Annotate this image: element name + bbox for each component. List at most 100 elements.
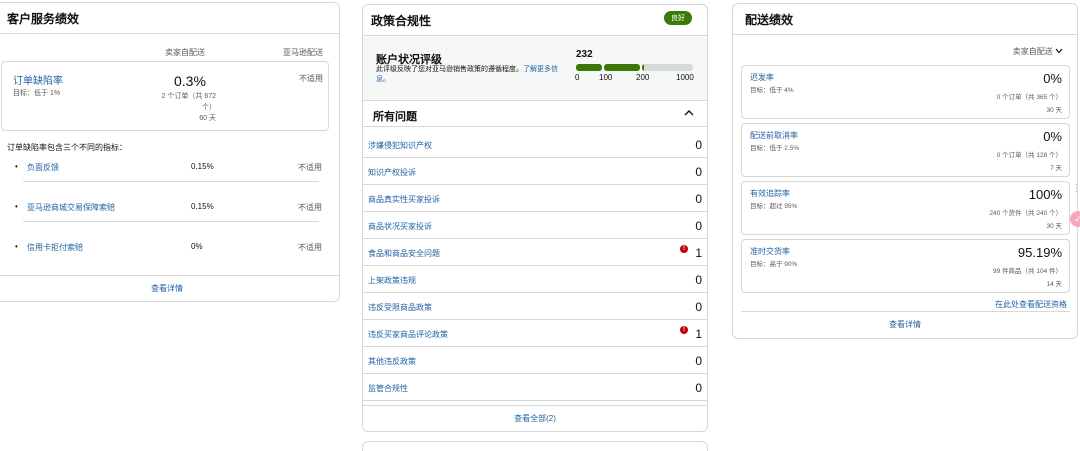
score-tick: 0 (575, 73, 580, 82)
all-issues-title: 所有问题 (373, 111, 417, 123)
issue-link[interactable]: 涉嫌侵犯知识产权 (368, 140, 432, 151)
issue-count: 0 (695, 381, 702, 395)
sub-metric-value: 0.15% (191, 162, 214, 171)
shipping-metric-count: 99 件商品（共 104 件） (993, 268, 1062, 275)
alert-icon: ! (680, 245, 688, 253)
sub-metric-value: 0% (191, 242, 203, 251)
issue-count: 0 (695, 273, 702, 287)
sub-metric-row: • 负面反馈 0.15% 不适用 (0, 154, 339, 182)
shipping-metric-days: 30 天 (1046, 107, 1062, 114)
shipping-performance-card: 配送绩效 卖家自配送 迟发率 目标：低于 4% 0% 0 个订单（共 365 个） 30… (732, 3, 1078, 339)
issue-row[interactable]: 商品状况买家投诉 0 (363, 212, 707, 239)
issue-count: 0 (695, 192, 702, 206)
shipping-metric-link[interactable]: 准时交货率 (750, 246, 790, 257)
issue-row[interactable]: 违反受限商品政策 0 (363, 293, 707, 320)
floating-widget[interactable]: ⋮ ✓ (1070, 183, 1080, 233)
sub-metric-row: • 亚马逊商城交易保障索赔 0.15% 不适用 (0, 194, 339, 222)
shipping-metric-count: 240 个货件（共 240 个） (989, 210, 1062, 217)
issue-row[interactable]: 其他违反政策 0 (363, 347, 707, 374)
shipping-metric-days: 7 天 (1050, 165, 1062, 172)
shipping-metric-days: 30 天 (1046, 223, 1062, 230)
chevron-down-icon (1055, 48, 1063, 54)
issue-row[interactable]: 知识产权投诉 0 (363, 158, 707, 185)
shipping-metric-target: 目标：低于 4% (750, 87, 794, 94)
issue-count: 0 (695, 138, 702, 152)
col-head-seller: 卖家自配送 (165, 48, 205, 57)
account-health-box: 账户状况评级 此评级反映了您对亚马逊销售政策的遵循程度。了解更多信息。 232 … (363, 37, 707, 101)
fulfilment-select-value: 卖家自配送 (1012, 47, 1053, 56)
issue-link[interactable]: 违反买家商品评论政策 (368, 329, 448, 340)
issue-count: 0 (695, 165, 702, 179)
issue-link[interactable]: 商品状况买家投诉 (368, 221, 432, 232)
shipping-metric-target: 目标：高于 90% (750, 261, 798, 268)
odr-link[interactable]: 订单缺陷率 (13, 72, 63, 87)
sub-metric-link[interactable]: 负面反馈 (27, 162, 59, 173)
score-tick: 100 (599, 73, 613, 82)
customer-service-details-link[interactable]: 查看详情 (0, 275, 339, 301)
shipping-metric-days: 14 天 (1046, 281, 1062, 288)
all-issues-header[interactable]: 所有问题 (363, 101, 707, 127)
shipping-metric-value: 0% (1043, 129, 1062, 144)
sub-metric-link[interactable]: 亚马逊商城交易保障索赔 (27, 202, 115, 213)
issue-count: 0 (695, 354, 702, 368)
fulfilment-select[interactable]: 卖家自配送 (1013, 46, 1063, 57)
shipping-details-link[interactable]: 查看详情 (733, 319, 1077, 330)
shipping-metric-box: 有效追踪率目标：超过 95% 100% 240 个货件（共 240 个） 30 天 (741, 181, 1070, 235)
shipping-title: 配送绩效 (733, 4, 1077, 35)
shipping-metric-link[interactable]: 迟发率 (750, 72, 774, 83)
issue-count: 1 (695, 246, 702, 260)
score-bar (576, 64, 693, 71)
score-fill (604, 64, 640, 71)
grid-icon: ⋮ (1072, 183, 1080, 193)
odr-amazon: 不适用 (299, 74, 323, 83)
score-seg (642, 64, 693, 71)
sub-metric-amazon: 不适用 (298, 203, 322, 212)
score-tick: 200 (636, 73, 650, 82)
issue-row[interactable]: 监管合规性 0 (363, 374, 707, 401)
view-all-issues-link[interactable]: 查看全部(2) (363, 405, 707, 431)
sub-metric-link[interactable]: 信用卡拒付索赔 (27, 242, 83, 253)
issue-count: 0 (695, 219, 702, 233)
score-seg (604, 64, 640, 71)
issue-row[interactable]: 上架政策违规 0 (363, 266, 707, 293)
shipping-eligibility-link[interactable]: 在此处查看配送资格 (995, 299, 1067, 310)
policy-compliance-card: 政策合规性 良好 账户状况评级 此评级反映了您对亚马逊销售政策的遵循程度。了解更… (362, 4, 708, 432)
issue-row[interactable]: 涉嫌侵犯知识产权 0 (363, 131, 707, 158)
customer-service-title: 客户服务绩效 (0, 3, 339, 34)
issue-link[interactable]: 上架政策违规 (368, 275, 416, 286)
issue-row[interactable]: 商品真实性买家投诉 0 (363, 185, 707, 212)
score-tick: 1000 (676, 73, 694, 82)
issue-link[interactable]: 食品和商品安全问题 (368, 248, 440, 259)
shipping-metric-target: 目标：超过 95% (750, 203, 798, 210)
chevron-up-icon[interactable] (683, 107, 695, 119)
issue-row[interactable]: 食品和商品安全问题! 1 (363, 239, 707, 266)
issue-row[interactable]: 违反买家商品评论政策! 1 (363, 320, 707, 347)
odr-description: 订单缺陷率包含三个不同的指标： (7, 143, 127, 152)
shipping-metric-target: 目标：低于 2.5% (750, 145, 800, 152)
shipping-metric-value: 95.19% (1017, 245, 1062, 260)
issue-link[interactable]: 违反受限商品政策 (368, 302, 432, 313)
col-head-amazon: 亚马逊配送 (283, 48, 323, 57)
bullet-icon: • (15, 202, 18, 211)
shipping-metric-value: 0% (1043, 71, 1062, 86)
bullet-icon: • (15, 162, 18, 171)
account-health-desc: 此评级反映了您对亚马逊销售政策的遵循程度。 (376, 66, 523, 73)
shipping-metric-count: 0 个订单（共 128 个） (996, 152, 1062, 159)
shipping-metric-value: 100% (1028, 187, 1062, 202)
status-badge: 良好 (664, 11, 692, 25)
shipping-metric-box: 迟发率 目标：低于 4% 0% 0 个订单（共 365 个） 30 天 (741, 65, 1070, 119)
odr-box: 订单缺陷率 目标：低于 1% 0.3% 2 个订单（共 672 个） 60 天 … (1, 61, 329, 131)
sub-metric-row: • 信用卡拒付索赔 0% 不适用 (0, 234, 339, 262)
issue-link[interactable]: 监管合规性 (368, 383, 408, 394)
odr-value: 0.3% (174, 73, 206, 89)
sub-metric-amazon: 不适用 (298, 243, 322, 252)
sub-metric-value: 0.15% (191, 202, 214, 211)
issue-link[interactable]: 其他违反政策 (368, 356, 416, 367)
sub-metric-amazon: 不适用 (298, 163, 322, 172)
issue-link[interactable]: 知识产权投诉 (368, 167, 416, 178)
issue-link[interactable]: 商品真实性买家投诉 (368, 194, 440, 205)
shipping-metric-link[interactable]: 有效追踪率 (750, 188, 790, 199)
shipping-metric-link[interactable]: 配送前取消率 (750, 130, 798, 141)
score-fill (576, 64, 602, 71)
alert-icon: ! (680, 326, 688, 334)
